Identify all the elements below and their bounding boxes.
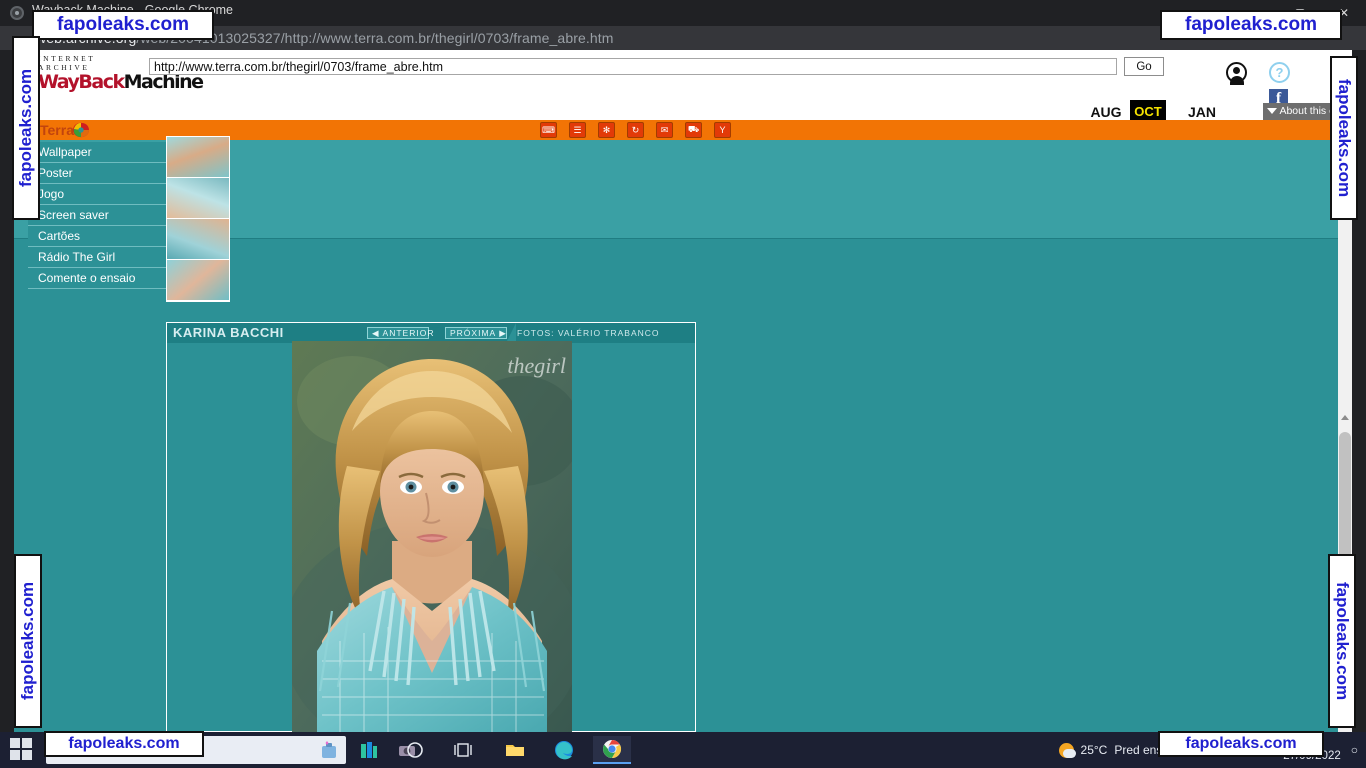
wayback-machine-toolbar: INTERNET ARCHIVE WayBackMachine Go 13 ca… (14, 50, 1352, 120)
sidebar-item-comente-o-ensaio[interactable]: Comente o ensaio (28, 268, 166, 289)
next-photo-button[interactable]: PRÓXIMA ▶ (445, 327, 507, 339)
current-month-label: OCT (1134, 104, 1162, 119)
sidebar-item-jogo[interactable]: Jogo (28, 184, 166, 205)
taskbar-icon-luggage[interactable] (310, 736, 348, 764)
chevron-down-icon (1267, 108, 1278, 114)
taskbar-icon-books[interactable] (350, 736, 388, 764)
next-capture-block[interactable]: JAN 2005 (1180, 100, 1224, 120)
previous-photo-button[interactable]: ◀ ANTERIOR (367, 327, 433, 339)
weather-icon (1058, 742, 1076, 758)
help-icon[interactable]: ? (1269, 62, 1290, 83)
photo-illustration (292, 341, 572, 732)
chrome-browser-window: Wayback Machine - Google Chrome — ▢ ✕ we… (0, 0, 1366, 732)
taskbar-icon-edge[interactable] (545, 736, 583, 764)
prev-capture-block[interactable]: AUG 2003 (1084, 100, 1128, 120)
mail-icon[interactable]: ✉ (656, 122, 673, 138)
prev-month-label: AUG (1090, 104, 1122, 120)
wayback-go-button[interactable]: Go (1124, 57, 1164, 76)
watermark-bottom-right: fapoleaks.com (1158, 731, 1324, 757)
sidebar-item-label: Cartões (38, 229, 81, 243)
account-icon[interactable] (1226, 62, 1247, 85)
start-button[interactable] (10, 738, 34, 762)
main-photo: thegirl (292, 341, 572, 732)
thumbnail-4[interactable] (167, 260, 229, 300)
thumbnail-strip[interactable] (166, 136, 230, 302)
sidebar-item-poster[interactable]: Poster (28, 163, 166, 184)
sidebar-item-r-dio-the-girl[interactable]: Rádio The Girl (28, 247, 166, 268)
wayback-machine-wordmark: WayBackMachine (38, 71, 204, 93)
article-header: KARINA BACCHI ◀ ANTERIOR PRÓXIMA ▶ FOTOS… (167, 323, 695, 343)
tab-favicon (10, 6, 24, 20)
watermark-top-left: fapoleaks.com (32, 10, 214, 40)
sidebar-menu: Wallpaper Poster Jogo Screen saver Cartões Rá… (28, 142, 166, 289)
weather-temperature: 25°C (1080, 743, 1108, 757)
archived-page-content: Terra ⌨ ☰ ✻ ↻ ✉ ⛟ Υ Wallpaper Poster Jogo Screen … (14, 120, 1352, 732)
terra-toolbar-icons: ⌨ ☰ ✻ ↻ ✉ ⛟ Υ (540, 122, 731, 138)
header-slash-decoration (506, 323, 516, 343)
watermark-bottom-left: fapoleaks.com (44, 731, 204, 757)
wayback-url-input[interactable] (149, 58, 1117, 75)
thumbnail-3[interactable] (167, 219, 229, 259)
left-arrow-icon: ◀ (372, 327, 380, 338)
refresh-icon[interactable]: ↻ (627, 122, 644, 138)
bull-icon[interactable]: Υ (714, 122, 731, 138)
scroll-up-arrow-icon[interactable] (1341, 415, 1349, 420)
sidebar-item-label: Comente o ensaio (38, 271, 136, 285)
wordmark-way: Way (38, 71, 80, 93)
taskbar-icon-task-view[interactable] (444, 736, 482, 764)
globe-icon[interactable]: ✻ (598, 122, 615, 138)
watermark-left-upper: fapoleaks.com (12, 36, 40, 220)
internet-archive-label: INTERNET ARCHIVE (38, 54, 96, 72)
page-title: KARINA BACCHI (173, 325, 284, 340)
next-month-label: JAN (1187, 104, 1216, 120)
thumbnail-1[interactable] (167, 137, 229, 177)
article-panel: KARINA BACCHI ◀ ANTERIOR PRÓXIMA ▶ FOTOS… (166, 322, 696, 732)
internet-archive-logo[interactable]: INTERNET ARCHIVE WayBackMachine (38, 54, 204, 93)
sidebar-item-wallpaper[interactable]: Wallpaper (28, 142, 166, 163)
current-capture-block: OCT 13 2004 (1130, 100, 1166, 120)
thumbnail-2[interactable] (167, 178, 229, 218)
taskbar-icon-cortana[interactable] (396, 736, 434, 764)
terra-logo-mark (73, 122, 89, 138)
sidebar-item-label: Poster (38, 166, 73, 180)
photo-watermark: thegirl (507, 353, 566, 378)
terra-logo-text[interactable]: Terra (40, 122, 74, 138)
cart-icon[interactable]: ⛟ (685, 122, 702, 138)
watermark-left-lower: fapoleaks.com (14, 554, 42, 728)
notifications-icon[interactable]: ○ (1351, 743, 1358, 757)
sidebar-item-label: Screen saver (38, 208, 109, 222)
sidebar-item-label: Rádio The Girl (38, 250, 116, 264)
watermark-top-right: fapoleaks.com (1160, 10, 1342, 40)
next-photo-label: PRÓXIMA (450, 327, 497, 338)
watermark-right-lower: fapoleaks.com (1328, 554, 1356, 728)
sidebar-item-cart-es[interactable]: Cartões (28, 226, 166, 247)
taskbar-icon-file-explorer[interactable] (496, 736, 534, 764)
wordmark-back: Back (78, 71, 125, 93)
photo-credit: FOTOS: VALÉRIO TRABANCO (517, 328, 660, 338)
sidebar-item-label: Jogo (38, 187, 65, 201)
sidebar-item-label: Wallpaper (38, 145, 92, 159)
chat-icon[interactable]: ⌨ (540, 122, 557, 138)
previous-photo-label: ANTERIOR (382, 327, 435, 338)
document-icon[interactable]: ☰ (569, 122, 586, 138)
sidebar-item-screen-saver[interactable]: Screen saver (28, 205, 166, 226)
taskbar-icon-chrome[interactable] (593, 736, 631, 764)
watermark-right-upper: fapoleaks.com (1330, 56, 1358, 220)
